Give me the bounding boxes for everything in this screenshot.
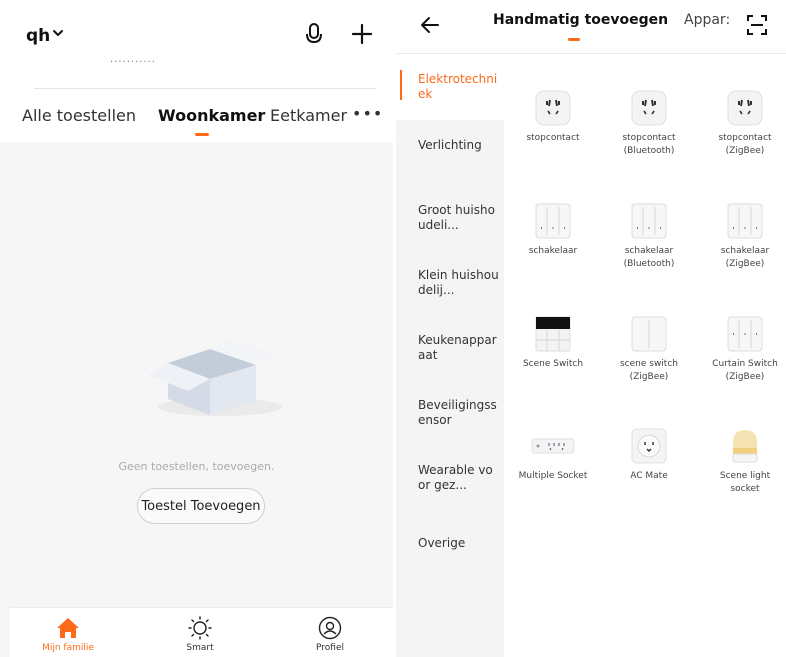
device-multiple-socket[interactable]: Multiple Socket xyxy=(504,428,602,483)
device-sublabel: (ZigBee) xyxy=(725,259,765,269)
nav-my-family[interactable]: Mijn familie xyxy=(18,616,118,653)
device-label: stopcontact xyxy=(622,133,676,143)
device-scene-switch[interactable]: Scene Switch xyxy=(504,316,602,371)
device-scene-light-socket[interactable]: Scene light socket xyxy=(696,428,786,496)
category-wearable[interactable]: Wearable voor gez... xyxy=(396,463,504,493)
power-strip-icon xyxy=(531,438,575,454)
home-icon xyxy=(57,618,79,638)
device-label: Multiple Socket xyxy=(518,471,588,481)
light-socket-icon xyxy=(732,430,758,463)
right-screen: Handmatig toevoegen Appar: Elektrotechni… xyxy=(396,0,786,657)
category-small-appliances[interactable]: Klein huishoudelij... xyxy=(396,268,504,298)
category-label: Keukenapparaat xyxy=(418,333,497,362)
tab-manual-add[interactable]: Handmatig toevoegen xyxy=(493,12,668,28)
chevron-down-icon[interactable] xyxy=(52,27,64,39)
switch-icon xyxy=(535,203,571,239)
sun-icon xyxy=(188,616,212,640)
category-label: Overige xyxy=(418,536,466,550)
device-label: Scene light xyxy=(719,471,771,481)
category-label: Wearable voor gez... xyxy=(418,463,493,492)
cut-off-text: ........... xyxy=(110,54,156,65)
bottom-navigation: Mijn familie Smart Profiel xyxy=(10,607,393,657)
empty-message: Geen toestellen, toevoegen. xyxy=(118,460,275,473)
category-lighting[interactable]: Verlichting xyxy=(396,138,504,153)
curtain-switch-icon xyxy=(727,316,763,352)
nav-label-my-family: Mijn familie xyxy=(42,643,94,653)
category-label: Elektrotechniek xyxy=(418,72,498,101)
socket-icon xyxy=(727,90,763,126)
nav-profile[interactable]: Profiel xyxy=(280,616,380,653)
device-label: schakelaar xyxy=(528,246,578,256)
device-switch[interactable]: schakelaar xyxy=(504,203,602,258)
add-icon[interactable] xyxy=(350,22,374,46)
tab-eetkamer[interactable]: Eetkamer xyxy=(270,106,347,125)
left-screen: qh ........... Alle toestellen Woonkamer… xyxy=(0,0,393,657)
device-socket[interactable]: stopcontact xyxy=(504,90,602,145)
tab-all-devices[interactable]: Alle toestellen xyxy=(22,106,136,125)
device-ac-mate[interactable]: AC Mate xyxy=(600,428,698,483)
active-tab-indicator xyxy=(568,38,580,41)
active-category-indicator xyxy=(400,70,402,100)
category-label: Groot huishoudeli... xyxy=(418,203,495,232)
device-label: AC Mate xyxy=(630,471,668,481)
category-security-sensor[interactable]: Beveiligingssensor xyxy=(396,398,504,428)
switch-icon xyxy=(631,203,667,239)
device-label: stopcontact xyxy=(718,133,772,143)
device-label: stopcontact xyxy=(526,133,580,143)
divider xyxy=(34,88,376,89)
device-socket-zigbee[interactable]: stopcontact (ZigBee) xyxy=(696,90,786,158)
tab-woonkamer[interactable]: Woonkamer xyxy=(158,106,265,125)
back-arrow-icon[interactable] xyxy=(420,15,440,35)
category-label: Klein huishoudelij... xyxy=(418,268,499,297)
microphone-icon[interactable] xyxy=(303,22,325,46)
home-name[interactable]: qh xyxy=(26,26,50,46)
category-label: Beveiligingssensor xyxy=(418,398,497,427)
switch-icon xyxy=(631,316,667,352)
add-device-button[interactable]: Toestel Toevoegen xyxy=(137,488,265,524)
profile-icon xyxy=(318,616,342,640)
category-large-appliances[interactable]: Groot huishoudeli... xyxy=(396,203,504,233)
device-sublabel: (ZigBee) xyxy=(725,372,765,382)
tab-devices-cut[interactable]: Appar: xyxy=(684,12,730,28)
empty-box-illustration xyxy=(148,339,282,416)
device-sublabel: socket xyxy=(730,484,760,494)
nav-smart[interactable]: Smart xyxy=(150,616,250,653)
device-label: schakelaar xyxy=(720,246,770,256)
socket-icon xyxy=(535,90,571,126)
scene-switch-icon xyxy=(535,316,571,352)
scan-icon[interactable] xyxy=(746,14,768,36)
socket-icon xyxy=(631,90,667,126)
more-rooms-button[interactable]: ••• xyxy=(352,104,383,123)
device-sublabel: (ZigBee) xyxy=(725,146,765,156)
category-other[interactable]: Overige xyxy=(396,536,504,551)
category-electrical[interactable]: Elektrotechniek xyxy=(396,54,504,120)
category-kitchen[interactable]: Keukenapparaat xyxy=(396,333,504,363)
device-sublabel: (Bluetooth) xyxy=(623,146,675,156)
nav-label-profile: Profiel xyxy=(316,643,344,653)
nav-label-smart: Smart xyxy=(186,643,214,653)
ac-mate-icon xyxy=(631,428,667,464)
device-label: scene switch xyxy=(619,359,678,369)
device-sublabel: (Bluetooth) xyxy=(623,259,675,269)
device-scene-switch-zigbee[interactable]: scene switch (ZigBee) xyxy=(600,316,698,384)
device-socket-bluetooth[interactable]: stopcontact (Bluetooth) xyxy=(600,90,698,158)
device-sublabel: (ZigBee) xyxy=(629,372,669,382)
device-label: schakelaar xyxy=(624,246,674,256)
device-label: Scene Switch xyxy=(522,359,584,369)
category-label: Verlichting xyxy=(418,138,482,152)
device-switch-zigbee[interactable]: schakelaar (ZigBee) xyxy=(696,203,786,271)
device-curtain-switch[interactable]: Curtain Switch (ZigBee) xyxy=(696,316,786,384)
switch-icon xyxy=(727,203,763,239)
active-tab-indicator xyxy=(195,133,209,136)
device-switch-bluetooth[interactable]: schakelaar (Bluetooth) xyxy=(600,203,698,271)
device-label: Curtain Switch xyxy=(712,359,778,369)
category-list: Elektrotechniek Verlichting Groot huisho… xyxy=(396,54,504,657)
